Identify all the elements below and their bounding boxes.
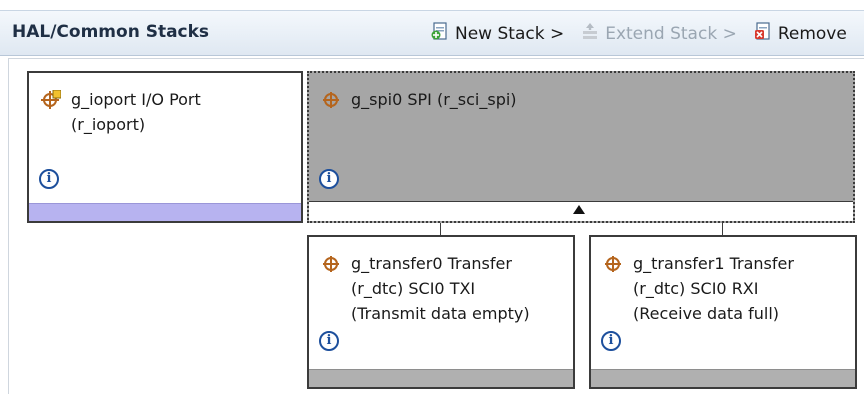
panel-title: HAL/Common Stacks bbox=[12, 22, 210, 42]
extend-stack-button[interactable]: Extend Stack > bbox=[580, 21, 737, 46]
info-icon[interactable]: i bbox=[319, 169, 339, 189]
stacks-canvas: g_ioport I/O Port (r_ioport) i g_spi0 SP… bbox=[8, 58, 864, 394]
stack-title: g_ioport I/O Port bbox=[71, 90, 201, 109]
remove-label: Remove bbox=[777, 23, 847, 44]
module-icon bbox=[321, 254, 341, 281]
stack-expand-bar bbox=[309, 201, 853, 221]
stack-subtitle: (r_ioport) bbox=[71, 115, 146, 134]
stack-block-ioport[interactable]: g_ioport I/O Port (r_ioport) i bbox=[27, 71, 303, 223]
stacks-panel-header: HAL/Common Stacks New Stack > Extend Sta… bbox=[0, 10, 864, 56]
info-icon[interactable]: i bbox=[601, 331, 621, 351]
info-icon[interactable]: i bbox=[319, 331, 339, 351]
extend-stack-icon bbox=[580, 21, 600, 46]
stack-description: (Receive data full) bbox=[633, 304, 779, 323]
remove-button[interactable]: Remove bbox=[753, 21, 847, 46]
connector-line bbox=[440, 223, 441, 235]
module-icon bbox=[321, 90, 341, 117]
stack-title: g_spi0 SPI (r_sci_spi) bbox=[351, 90, 517, 109]
stack-block-transfer0[interactable]: g_transfer0 Transfer (r_dtc) SCI0 TXI (T… bbox=[307, 235, 575, 389]
stack-status-bar bbox=[309, 369, 573, 387]
stack-subtitle: (r_dtc) SCI0 TXI bbox=[351, 279, 476, 298]
module-icon bbox=[603, 254, 623, 281]
stack-description: (Transmit data empty) bbox=[351, 304, 530, 323]
stack-title: g_transfer0 Transfer bbox=[351, 254, 512, 273]
stacks-toolbar: New Stack > Extend Stack > Remove bbox=[430, 21, 847, 46]
stack-status-bar bbox=[29, 203, 301, 221]
stack-block-transfer1[interactable]: g_transfer1 Transfer (r_dtc) SCI0 RXI (R… bbox=[589, 235, 857, 389]
remove-icon bbox=[753, 21, 773, 46]
extend-stack-label: Extend Stack > bbox=[605, 23, 737, 44]
new-stack-button[interactable]: New Stack > bbox=[430, 21, 564, 46]
stack-block-spi[interactable]: g_spi0 SPI (r_sci_spi) i bbox=[307, 71, 855, 223]
stack-subtitle: (r_dtc) SCI0 RXI bbox=[633, 279, 759, 298]
new-stack-icon bbox=[430, 21, 450, 46]
stack-title: g_transfer1 Transfer bbox=[633, 254, 794, 273]
module-icon-with-badge bbox=[41, 89, 62, 117]
stack-status-bar bbox=[591, 369, 855, 387]
new-stack-label: New Stack > bbox=[455, 23, 565, 44]
info-icon[interactable]: i bbox=[39, 169, 59, 189]
connector-line bbox=[722, 223, 723, 235]
collapse-arrow-icon[interactable] bbox=[573, 205, 585, 214]
